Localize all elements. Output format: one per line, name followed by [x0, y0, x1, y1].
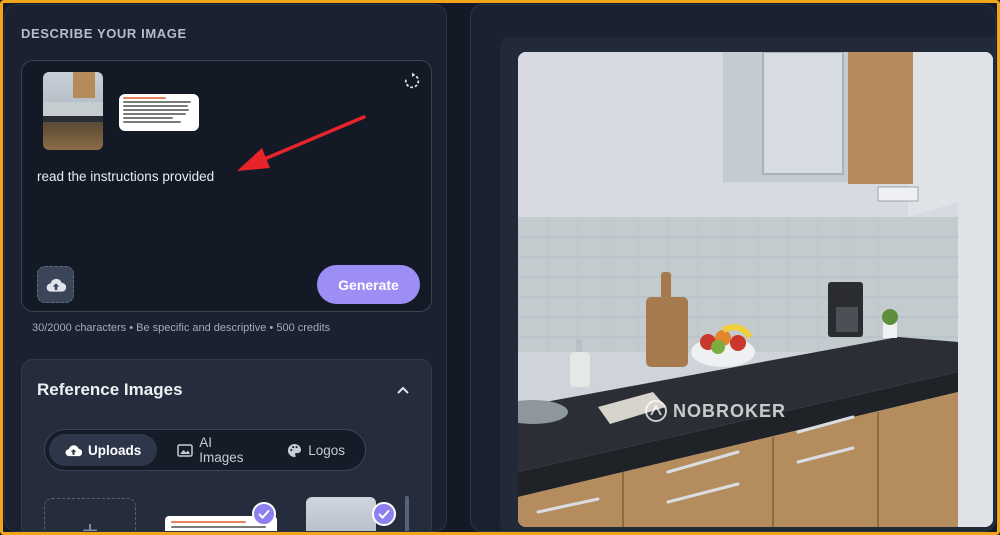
refresh-icon[interactable]: [403, 72, 421, 90]
reference-image-thumbnail[interactable]: [306, 497, 376, 531]
scrollbar[interactable]: [405, 496, 409, 531]
prompt-input[interactable]: read the instructions provided: [37, 169, 214, 184]
cloud-upload-icon: [46, 278, 66, 292]
tab-label: Logos: [308, 442, 345, 458]
upload-button[interactable]: [37, 266, 74, 303]
character-count-info: 30/2000 characters • Be specific and des…: [32, 322, 331, 334]
watermark-logo-icon: [645, 400, 667, 422]
reference-images-title: Reference Images: [37, 380, 183, 399]
section-heading: DESCRIBE YOUR IMAGE: [21, 26, 187, 41]
watermark: NOBROKER: [645, 400, 786, 422]
kitchen-photo: [518, 52, 993, 527]
selected-check-icon[interactable]: [252, 502, 276, 526]
reference-tabs: Uploads AI Images Logos: [44, 429, 366, 471]
generate-button[interactable]: Generate: [317, 265, 420, 304]
tab-label: Uploads: [88, 442, 142, 458]
watermark-text: NOBROKER: [673, 400, 787, 421]
add-reference-button[interactable]: +: [44, 498, 136, 531]
attached-document-thumbnail[interactable]: [119, 94, 199, 131]
tab-ai-images[interactable]: AI Images: [161, 434, 267, 466]
prompt-card[interactable]: read the instructions provided Generate: [21, 60, 432, 312]
reference-images-panel: Reference Images Uploads AI Images Logos…: [21, 359, 432, 531]
tab-uploads[interactable]: Uploads: [49, 434, 158, 466]
chevron-up-icon[interactable]: [397, 385, 409, 395]
image-icon: [177, 443, 194, 457]
cloud-upload-icon: [65, 444, 82, 456]
preview-panel: NOBROKER: [470, 4, 996, 532]
palette-icon: [288, 443, 302, 457]
attached-image-thumbnail[interactable]: [43, 72, 103, 150]
selected-check-icon[interactable]: [372, 502, 396, 526]
tab-label: AI Images: [199, 435, 244, 465]
generated-kitchen-image[interactable]: NOBROKER: [518, 52, 993, 527]
prompt-panel: DESCRIBE YOUR IMAGE read the instruction…: [4, 4, 447, 532]
tab-logos[interactable]: Logos: [271, 434, 361, 466]
